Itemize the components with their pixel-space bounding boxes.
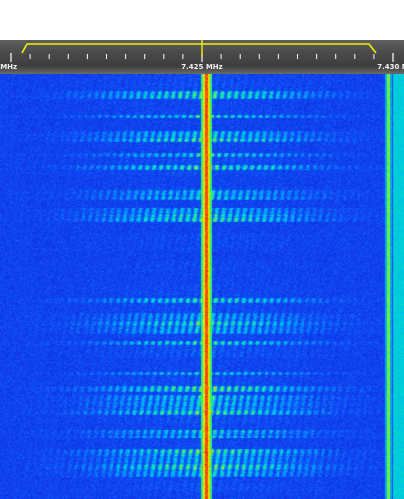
freq-label-left: 0 MHz	[0, 63, 18, 71]
passband-bracket[interactable]	[21, 43, 377, 54]
waterfall-display[interactable]	[0, 74, 404, 499]
sdr-receiver-view: 0 MHz 7.425 MHz 7.430 M	[0, 0, 404, 499]
waterfall-canvas[interactable]	[0, 74, 404, 499]
top-blank-area	[0, 0, 404, 40]
frequency-scale[interactable]: 0 MHz 7.425 MHz 7.430 M	[0, 40, 404, 74]
freq-label-center: 7.425 MHz	[181, 63, 223, 71]
freq-label-right: 7.430 M	[377, 63, 404, 71]
